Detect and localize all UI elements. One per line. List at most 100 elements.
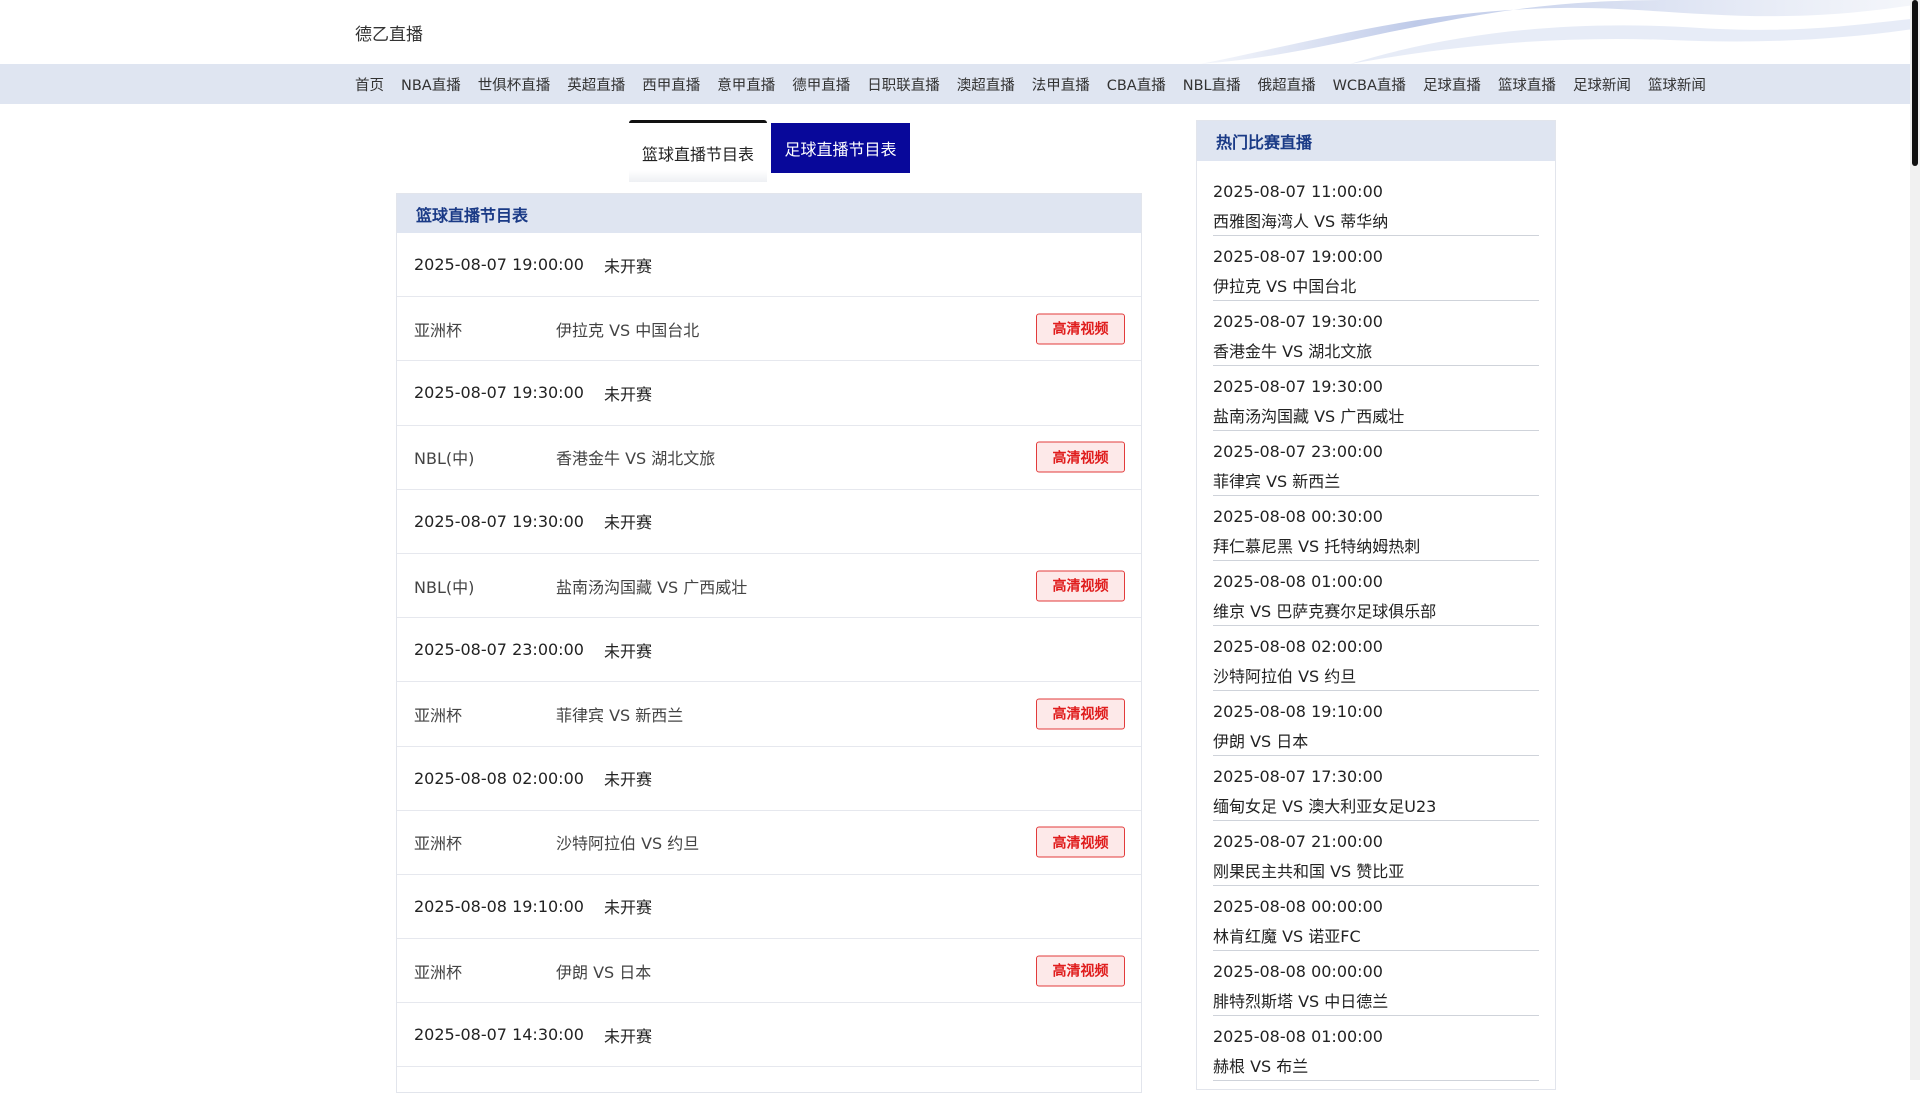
nav-item[interactable]: 意甲直播 <box>717 74 775 95</box>
game-match[interactable]: 沙特阿拉伯 VS 约旦 <box>556 830 699 854</box>
hot-match-teams[interactable]: 维京 VS 巴萨克赛尔足球俱乐部 <box>1213 601 1539 623</box>
schedule-tabs: 篮球直播节目表 足球直播节目表 <box>629 120 911 182</box>
hot-match-teams[interactable]: 拜仁慕尼黑 VS 托特纳姆热刺 <box>1213 536 1539 558</box>
game-time: 2025-08-07 19:00:00 <box>414 255 584 275</box>
schedule-rows: 2025-08-07 19:00:00 未开赛 亚洲杯 伊拉克 VS 中国台北 高清视频… <box>397 233 1141 1068</box>
nav-item[interactable]: 足球直播 <box>1423 74 1481 95</box>
tab-basketball-schedule[interactable]: 篮球直播节目表 <box>629 120 767 182</box>
hot-match-item[interactable]: 2025-08-08 19:10:00 伊朗 VS 日本 <box>1213 691 1539 756</box>
game-league: 亚洲杯 <box>414 962 463 982</box>
hot-matches-title: 热门比赛直播 <box>1197 121 1555 161</box>
page-scrollbar[interactable] <box>1910 0 1920 1080</box>
hot-match-teams[interactable]: 伊朗 VS 日本 <box>1213 731 1539 753</box>
nav-item[interactable]: NBL直播 <box>1183 74 1241 95</box>
game-league: NBL(中) <box>414 449 475 469</box>
hot-matches-panel: 热门比赛直播 2025-08-07 11:00:00 西雅图海湾人 VS 蒂华纳 2… <box>1196 120 1556 1090</box>
hd-video-button[interactable]: 高清视频 <box>1036 955 1125 987</box>
hot-match-time: 2025-08-07 19:00:00 <box>1213 247 1383 266</box>
nav-item[interactable]: WCBA直播 <box>1333 74 1406 95</box>
site-title[interactable]: 德乙直播 <box>355 20 423 45</box>
hot-match-item[interactable]: 2025-08-07 19:30:00 盐南汤沟国藏 VS 广西威壮 <box>1213 366 1539 431</box>
schedule-time-row: 2025-08-08 02:00:00 未开赛 <box>397 747 1141 811</box>
nav-item[interactable]: 英超直播 <box>567 74 625 95</box>
nav-item[interactable]: 日职联直播 <box>867 74 940 95</box>
game-match[interactable]: 伊拉克 VS 中国台北 <box>556 317 699 341</box>
hot-match-time: 2025-08-08 00:00:00 <box>1213 962 1383 981</box>
game-match[interactable]: 菲律宾 VS 新西兰 <box>556 702 683 726</box>
nav-item[interactable]: 德甲直播 <box>792 74 850 95</box>
hot-match-item[interactable]: 2025-08-07 23:00:00 菲律宾 VS 新西兰 <box>1213 431 1539 496</box>
hot-match-teams[interactable]: 盐南汤沟国藏 VS 广西威壮 <box>1213 406 1539 428</box>
hd-video-button[interactable]: 高清视频 <box>1036 441 1125 473</box>
hot-match-item[interactable]: 2025-08-07 21:00:00 刚果民主共和国 VS 赞比亚 <box>1213 821 1539 886</box>
schedule-time-row: 2025-08-07 19:30:00 未开赛 <box>397 490 1141 554</box>
hot-match-time: 2025-08-07 21:00:00 <box>1213 832 1383 851</box>
hot-match-teams[interactable]: 西雅图海湾人 VS 蒂华纳 <box>1213 211 1539 233</box>
game-time: 2025-08-08 02:00:00 <box>414 768 584 788</box>
hot-match-item[interactable]: 2025-08-08 00:00:00 林肯红魔 VS 诺亚FC <box>1213 886 1539 951</box>
hot-match-teams[interactable]: 赫根 VS 布兰 <box>1213 1056 1539 1078</box>
hot-match-item[interactable]: 2025-08-08 00:00:00 腓特烈斯塔 VS 中日德兰 <box>1213 951 1539 1016</box>
hot-match-item[interactable]: 2025-08-07 19:30:00 香港金牛 VS 湖北文旅 <box>1213 301 1539 366</box>
game-match[interactable]: 香港金牛 VS 湖北文旅 <box>556 445 715 469</box>
hot-match-time: 2025-08-07 19:30:00 <box>1213 312 1383 331</box>
nav-item[interactable]: CBA直播 <box>1107 74 1166 95</box>
hot-match-item[interactable]: 2025-08-08 01:00:00 维京 VS 巴萨克赛尔足球俱乐部 <box>1213 561 1539 626</box>
scrollbar-thumb[interactable] <box>1912 0 1918 166</box>
schedule-match-row: 亚洲杯 伊拉克 VS 中国台北 高清视频 <box>397 297 1141 362</box>
hot-match-teams[interactable]: 缅甸女足 VS 澳大利亚女足U23 <box>1213 796 1539 818</box>
hd-video-button[interactable]: 高清视频 <box>1036 313 1125 345</box>
hot-match-time: 2025-08-08 01:00:00 <box>1213 572 1383 591</box>
hot-match-time: 2025-08-07 19:30:00 <box>1213 377 1383 396</box>
nav-item[interactable]: NBA直播 <box>401 74 461 95</box>
game-match[interactable]: 伊朗 VS 日本 <box>556 959 651 983</box>
game-status: 未开赛 <box>604 513 653 533</box>
hd-video-button[interactable]: 高清视频 <box>1036 570 1125 602</box>
nav-item[interactable]: 法甲直播 <box>1032 74 1090 95</box>
hot-match-item[interactable]: 2025-08-07 11:00:00 西雅图海湾人 VS 蒂华纳 <box>1213 171 1539 236</box>
hot-match-time: 2025-08-07 23:00:00 <box>1213 442 1383 461</box>
hot-match-item[interactable]: 2025-08-07 19:00:00 伊拉克 VS 中国台北 <box>1213 236 1539 301</box>
nav-item[interactable]: 西甲直播 <box>642 74 700 95</box>
hot-match-teams[interactable]: 伊拉克 VS 中国台北 <box>1213 276 1539 298</box>
nav-item[interactable]: 澳超直播 <box>957 74 1015 95</box>
game-status: 未开赛 <box>604 898 653 918</box>
tab-football-schedule[interactable]: 足球直播节目表 <box>771 123 910 173</box>
game-time: 2025-08-07 23:00:00 <box>414 640 584 660</box>
schedule-time-row: 2025-08-08 19:10:00 未开赛 <box>397 875 1141 940</box>
hot-match-teams[interactable]: 刚果民主共和国 VS 赞比亚 <box>1213 861 1539 883</box>
nav-item[interactable]: 篮球直播 <box>1498 74 1556 95</box>
hot-match-teams[interactable]: 菲律宾 VS 新西兰 <box>1213 471 1539 493</box>
game-status: 未开赛 <box>604 256 653 276</box>
schedule-match-row: NBL(中) 盐南汤沟国藏 VS 广西威壮 高清视频 <box>397 554 1141 619</box>
game-league: 亚洲杯 <box>414 705 463 725</box>
hot-match-item[interactable]: 2025-08-08 02:00:00 沙特阿拉伯 VS 约旦 <box>1213 626 1539 691</box>
hot-match-teams[interactable]: 腓特烈斯塔 VS 中日德兰 <box>1213 991 1539 1013</box>
nav-item[interactable]: 首页 <box>355 74 384 95</box>
hot-match-teams[interactable]: 沙特阿拉伯 VS 约旦 <box>1213 666 1539 688</box>
schedule-time-row: 2025-08-07 19:30:00 未开赛 <box>397 361 1141 426</box>
game-league: 亚洲杯 <box>414 834 463 854</box>
hot-match-teams[interactable]: 林肯红魔 VS 诺亚FC <box>1213 926 1539 948</box>
game-status: 未开赛 <box>604 384 653 404</box>
hot-match-time: 2025-08-08 00:00:00 <box>1213 897 1383 916</box>
hot-match-item[interactable]: 2025-08-08 00:30:00 拜仁慕尼黑 VS 托特纳姆热刺 <box>1213 496 1539 561</box>
hd-video-button[interactable]: 高清视频 <box>1036 698 1125 730</box>
game-time: 2025-08-07 14:30:00 <box>414 1025 584 1045</box>
game-match[interactable]: 盐南汤沟国藏 VS 广西威壮 <box>556 574 747 598</box>
nav-item[interactable]: 足球新闻 <box>1573 74 1631 95</box>
hot-match-teams[interactable]: 香港金牛 VS 湖北文旅 <box>1213 341 1539 363</box>
hot-match-time: 2025-08-07 11:00:00 <box>1213 182 1383 201</box>
nav-item[interactable]: 俄超直播 <box>1258 74 1316 95</box>
game-league: 亚洲杯 <box>414 320 463 340</box>
hot-match-item[interactable]: 2025-08-08 01:00:00 赫根 VS 布兰 <box>1213 1016 1539 1081</box>
nav-item[interactable]: 篮球新闻 <box>1648 74 1706 95</box>
game-time: 2025-08-07 19:30:00 <box>414 511 584 531</box>
game-status: 未开赛 <box>604 770 653 790</box>
nav-item[interactable]: 世俱杯直播 <box>478 74 551 95</box>
hot-match-time: 2025-08-08 19:10:00 <box>1213 702 1383 721</box>
hd-video-button[interactable]: 高清视频 <box>1036 826 1125 858</box>
hot-match-item[interactable]: 2025-08-07 17:30:00 缅甸女足 VS 澳大利亚女足U23 <box>1213 756 1539 821</box>
hot-match-time: 2025-08-08 02:00:00 <box>1213 637 1383 656</box>
nav-list: 首页 NBA直播 世俱杯直播 英超直播 西甲直播 意甲直播 德甲直播 日职联直播 澳超直播 法甲直… <box>355 64 1723 104</box>
